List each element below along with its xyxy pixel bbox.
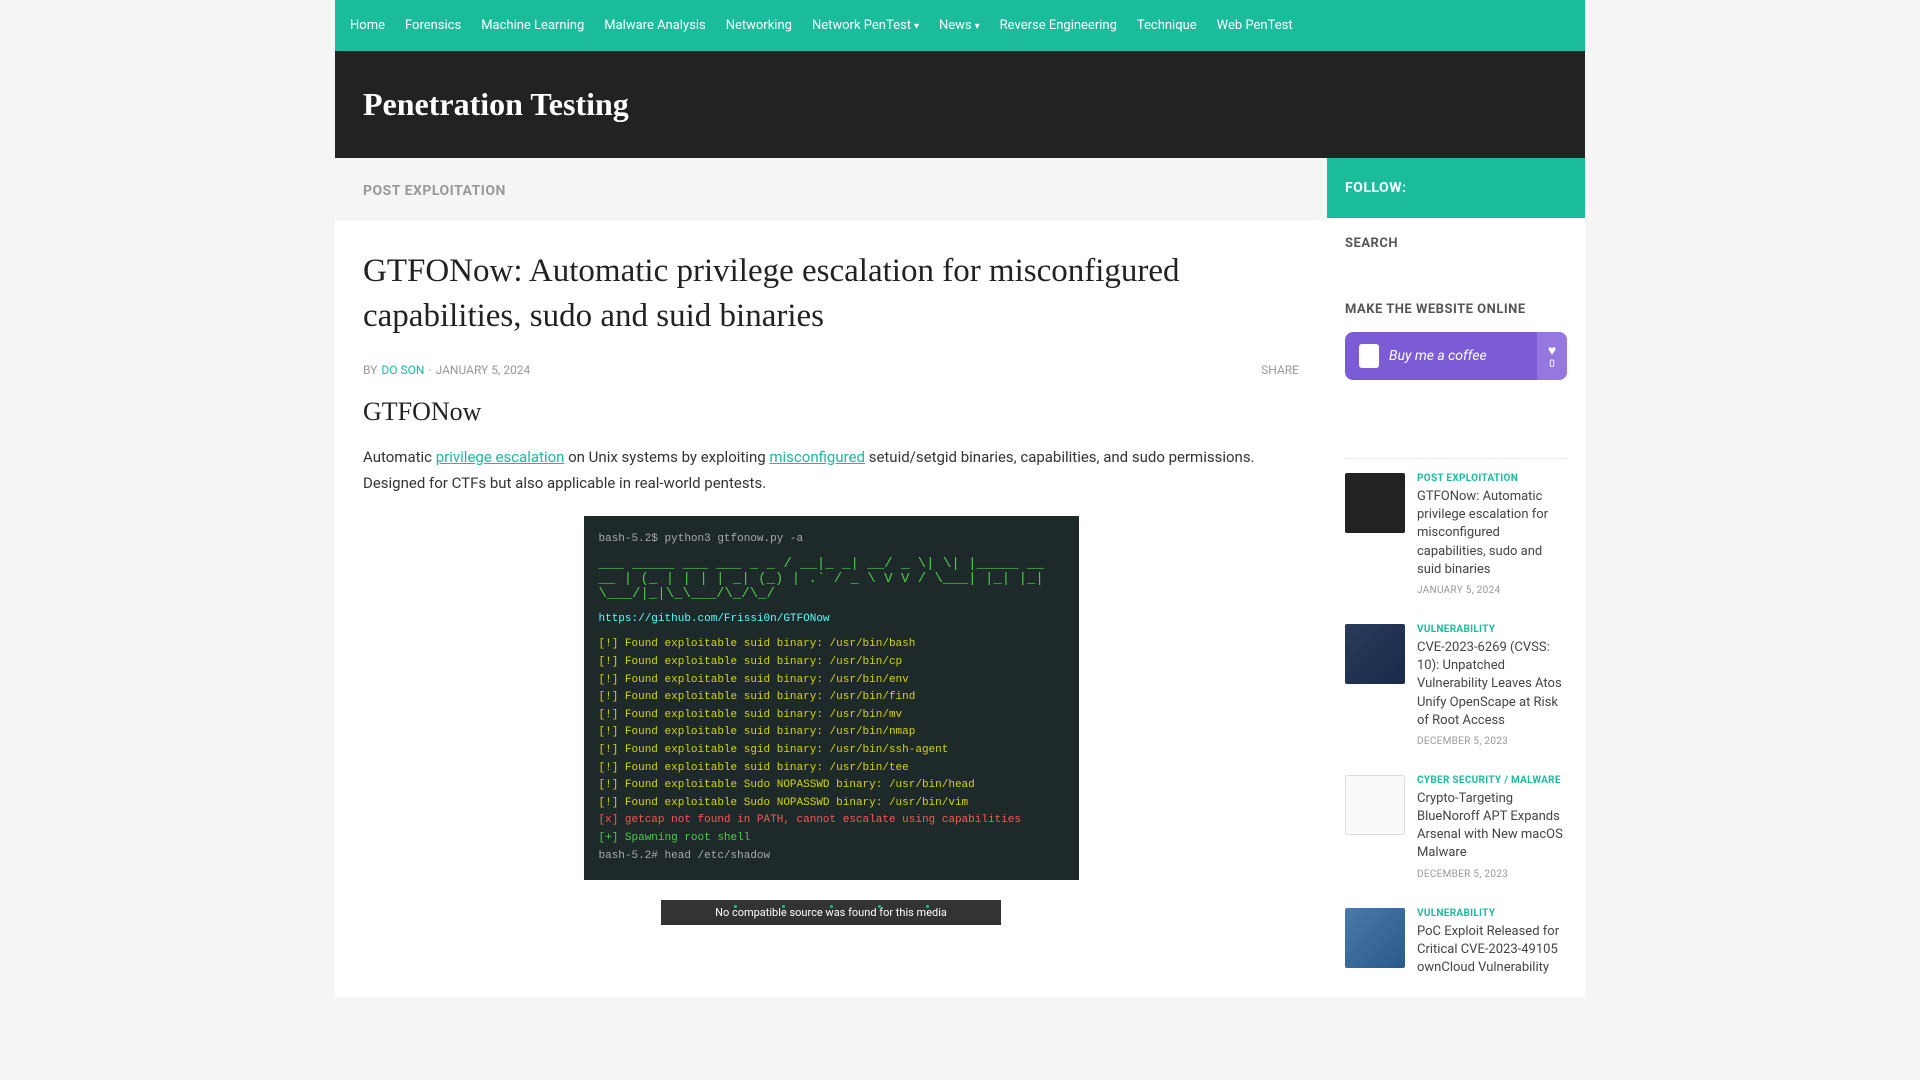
nav-forensics[interactable]: Forensics bbox=[395, 0, 471, 51]
video-loading-dots bbox=[711, 905, 951, 908]
post-thumbnail bbox=[1345, 908, 1405, 968]
nav-technique[interactable]: Technique bbox=[1127, 0, 1207, 51]
nav-label: Reverse Engineering bbox=[1000, 18, 1117, 33]
post-title[interactable]: Crypto-Targeting BlueNoroff APT Expands … bbox=[1417, 790, 1567, 863]
heart-icon: ♥ bbox=[1548, 342, 1556, 359]
post-thumbnail bbox=[1345, 775, 1405, 835]
nav-label: Network PenTest bbox=[812, 18, 911, 33]
post-category[interactable]: POST EXPLOITATION bbox=[1417, 473, 1567, 484]
chevron-down-icon: ▾ bbox=[914, 21, 919, 32]
nav-label: Technique bbox=[1137, 18, 1197, 33]
terminal-finding: [!] Found exploitable suid binary: /usr/… bbox=[599, 689, 1064, 707]
sidebar-post[interactable]: CYBER SECURITY / MALWARE Crypto-Targetin… bbox=[1327, 761, 1585, 894]
site-title[interactable]: Penetration Testing bbox=[363, 86, 1557, 123]
privilege-escalation-link[interactable]: privilege escalation bbox=[436, 448, 565, 466]
nav-label: Machine Learning bbox=[481, 18, 584, 33]
nav-label: Web PenTest bbox=[1217, 18, 1293, 33]
terminal-error: [x] getcap not found in PATH, cannot esc… bbox=[599, 812, 1064, 830]
post-thumbnail bbox=[1345, 473, 1405, 533]
terminal-finding: [!] Found exploitable suid binary: /usr/… bbox=[599, 707, 1064, 725]
nav-news[interactable]: News▾ bbox=[929, 0, 990, 51]
nav-machine-learning[interactable]: Machine Learning bbox=[471, 0, 594, 51]
post-date: DECEMBER 5, 2023 bbox=[1417, 736, 1567, 747]
terminal-finding: [!] Found exploitable sgid binary: /usr/… bbox=[599, 742, 1064, 760]
nav-label: Networking bbox=[726, 18, 792, 33]
ascii-logo: ___ _____ ___ ___ _ _ / __|_ _| __/ _ \|… bbox=[599, 557, 1064, 603]
terminal-line: bash-5.2$ python3 gtfonow.py -a bbox=[599, 531, 1064, 549]
misconfigured-link[interactable]: misconfigured bbox=[769, 448, 865, 466]
nav-networking[interactable]: Networking bbox=[716, 0, 802, 51]
nav-label: Forensics bbox=[405, 18, 461, 33]
terminal-finding: [!] Found exploitable suid binary: /usr/… bbox=[599, 654, 1064, 672]
section-heading: GTFONow bbox=[363, 397, 1299, 427]
buy-coffee-button[interactable]: Buy me a coffee ♥ 0 bbox=[1345, 332, 1567, 380]
top-navigation: Home Forensics Machine Learning Malware … bbox=[335, 0, 1585, 51]
main-content: POST EXPLOITATION GTFONow: Automatic pri… bbox=[335, 158, 1327, 997]
sidebar-post[interactable]: VULNERABILITY CVE-2023-6269 (CVSS: 10): … bbox=[1327, 610, 1585, 761]
terminal-finding: [!] Found exploitable suid binary: /usr/… bbox=[599, 760, 1064, 778]
article: GTFONow: Automatic privilege escalation … bbox=[335, 221, 1327, 953]
heart-count: 0 bbox=[1549, 359, 1555, 370]
by-label: BY bbox=[363, 363, 377, 377]
post-category[interactable]: VULNERABILITY bbox=[1417, 624, 1567, 635]
nav-home[interactable]: Home bbox=[335, 0, 395, 51]
post-title[interactable]: CVE-2023-6269 (CVSS: 10): Unpatched Vuln… bbox=[1417, 639, 1567, 730]
terminal-finding: [!] Found exploitable suid binary: /usr/… bbox=[599, 672, 1064, 690]
terminal-finding: [!] Found exploitable suid binary: /usr/… bbox=[599, 724, 1064, 742]
nav-malware-analysis[interactable]: Malware Analysis bbox=[594, 0, 715, 51]
terminal-final: bash-5.2# head /etc/shadow bbox=[599, 848, 1064, 866]
nav-label: Malware Analysis bbox=[604, 18, 705, 33]
date-separator: · bbox=[428, 363, 431, 377]
nav-web-pentest[interactable]: Web PenTest bbox=[1207, 0, 1303, 51]
terminal-finding: [!] Found exploitable suid binary: /usr/… bbox=[599, 636, 1064, 654]
article-title: GTFONow: Automatic privilege escalation … bbox=[363, 249, 1299, 338]
follow-bar: FOLLOW: bbox=[1327, 158, 1585, 218]
post-category[interactable]: CYBER SECURITY / MALWARE bbox=[1417, 775, 1567, 786]
article-date: JANUARY 5, 2024 bbox=[436, 363, 531, 377]
terminal-finding: [!] Found exploitable Sudo NOPASSWD bina… bbox=[599, 777, 1064, 795]
post-title[interactable]: PoC Exploit Released for Critical CVE-20… bbox=[1417, 923, 1567, 978]
search-heading: SEARCH bbox=[1345, 236, 1567, 251]
nav-label: News bbox=[939, 18, 972, 33]
article-meta: BY DO SON · JANUARY 5, 2024 SHARE bbox=[363, 363, 1299, 377]
video-player[interactable]: No compatible source was found for this … bbox=[661, 900, 1001, 925]
nav-label: Home bbox=[350, 18, 385, 33]
share-label[interactable]: SHARE bbox=[1261, 363, 1299, 377]
author-link[interactable]: DO SON bbox=[381, 363, 424, 377]
search-section: SEARCH bbox=[1327, 218, 1585, 284]
nav-network-pentest[interactable]: Network PenTest▾ bbox=[802, 0, 929, 51]
site-header: Penetration Testing bbox=[335, 51, 1585, 158]
breadcrumb-category[interactable]: POST EXPLOITATION bbox=[363, 183, 506, 199]
text-span: Automatic bbox=[363, 448, 436, 466]
sidebar-post[interactable]: VULNERABILITY PoC Exploit Released for C… bbox=[1327, 894, 1585, 998]
terminal-screenshot: bash-5.2$ python3 gtfonow.py -a ___ ____… bbox=[584, 516, 1079, 880]
chevron-down-icon: ▾ bbox=[975, 21, 980, 32]
breadcrumb-bar: POST EXPLOITATION bbox=[335, 158, 1327, 221]
nav-reverse-engineering[interactable]: Reverse Engineering bbox=[990, 0, 1127, 51]
online-heading: MAKE THE WEBSITE ONLINE bbox=[1345, 302, 1567, 317]
post-date: JANUARY 5, 2024 bbox=[1417, 585, 1567, 596]
sidebar-post[interactable]: POST EXPLOITATION GTFONow: Automatic pri… bbox=[1327, 459, 1585, 610]
post-title[interactable]: GTFONow: Automatic privilege escalation … bbox=[1417, 488, 1567, 579]
terminal-spawn: [+] Spawning root shell bbox=[599, 830, 1064, 848]
terminal-finding: [!] Found exploitable Sudo NOPASSWD bina… bbox=[599, 795, 1064, 813]
sidebar: FOLLOW: SEARCH MAKE THE WEBSITE ONLINE B… bbox=[1327, 158, 1585, 997]
post-thumbnail bbox=[1345, 624, 1405, 684]
coffee-cup-icon bbox=[1359, 344, 1379, 368]
text-span: on Unix systems by exploiting bbox=[564, 448, 769, 466]
post-date: DECEMBER 5, 2023 bbox=[1417, 869, 1567, 880]
coffee-text: Buy me a coffee bbox=[1389, 348, 1553, 364]
terminal-url: https://github.com/Frissi0n/GTFONow bbox=[599, 611, 1064, 629]
article-intro: Automatic privilege escalation on Unix s… bbox=[363, 445, 1299, 496]
coffee-heart-badge: ♥ 0 bbox=[1537, 332, 1567, 380]
donate-section: MAKE THE WEBSITE ONLINE Buy me a coffee … bbox=[1327, 284, 1585, 398]
post-category[interactable]: VULNERABILITY bbox=[1417, 908, 1567, 919]
